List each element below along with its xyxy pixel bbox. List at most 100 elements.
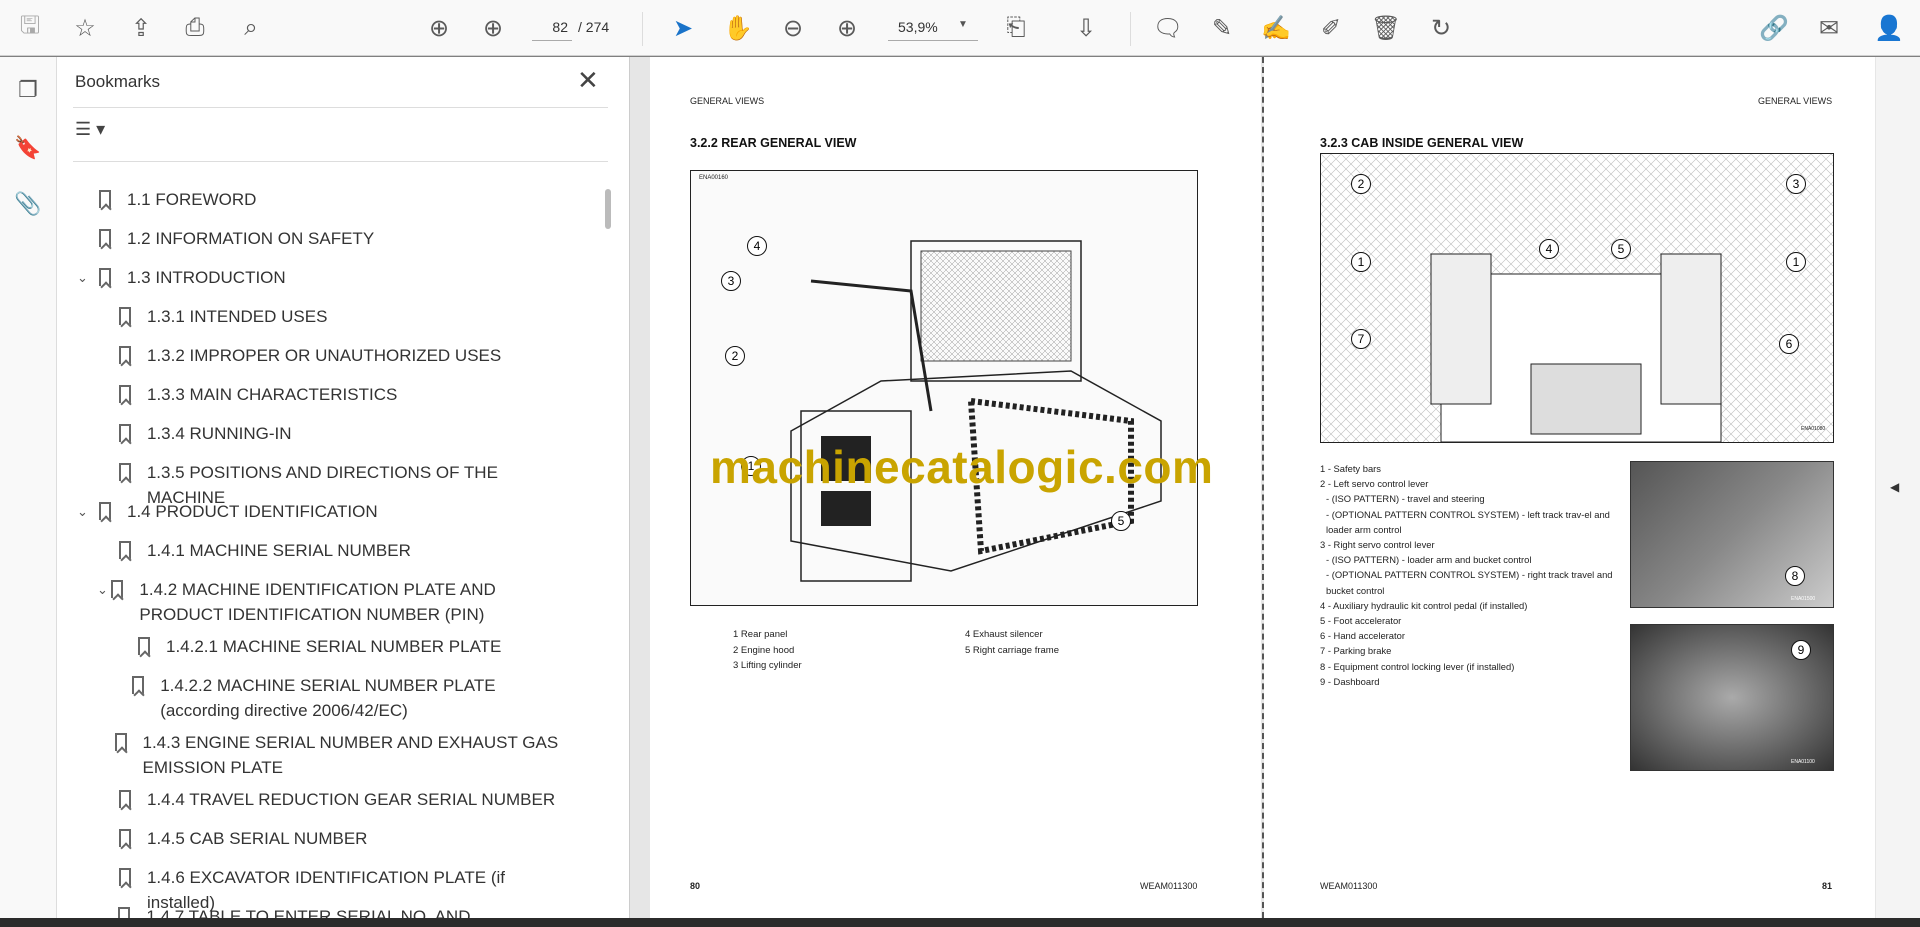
chevron-down-icon[interactable]: ⌄ <box>97 577 109 602</box>
bookmark-item[interactable]: 1.3.2 IMPROPER OR UNAUTHORIZED USES <box>97 343 577 368</box>
bookmark-item[interactable]: 1.4.1 MACHINE SERIAL NUMBER <box>97 538 577 563</box>
section-heading: 3.2.2 REAR GENERAL VIEW <box>690 136 857 150</box>
bookmark-icon <box>99 190 111 208</box>
page-up-icon[interactable]: ⊕ <box>423 12 455 44</box>
bookmark-item[interactable]: 1.3.1 INTENDED USES <box>97 304 577 329</box>
bookmarks-panel: Bookmarks ✕ ☰ ▾ 1.1 FOREWORD 1.2 INFORMAT… <box>57 57 630 918</box>
bookmark-item[interactable]: 1.4.7 TABLE TO ENTER SERIAL NO. AND DIST… <box>97 904 577 918</box>
bookmark-item[interactable]: 1.4.2.1 MACHINE SERIAL NUMBER PLATE <box>116 634 577 659</box>
callout-6: 6 <box>1779 334 1799 354</box>
bookmark-label: 1.3 INTRODUCTION <box>127 268 286 287</box>
page-header: GENERAL VIEWS <box>1758 96 1833 106</box>
highlight-icon[interactable]: ✎ <box>1206 12 1238 44</box>
zoom-in-icon[interactable]: ⊕ <box>831 12 863 44</box>
bookmark-icon <box>118 868 131 886</box>
pdf-page-81: GENERAL VIEWS 3.2.3 CAB INSIDE GENERAL V… <box>1264 57 1875 918</box>
bookmark-icon <box>114 733 127 751</box>
bookmark-icon[interactable]: 🔖 <box>12 135 44 167</box>
divider <box>642 12 643 46</box>
bookmark-item[interactable]: 1.1 FOREWORD <box>77 187 577 212</box>
legend-item: 3 - Right servo control lever <box>1320 539 1435 551</box>
page-number-input[interactable]: 82 <box>532 15 572 41</box>
callout-4: 4 <box>747 236 767 256</box>
chevron-down-icon[interactable]: ▼ <box>958 19 968 30</box>
bookmark-item[interactable]: 1.4.5 CAB SERIAL NUMBER <box>97 826 577 851</box>
page-number: 80 <box>690 881 701 891</box>
rotate-icon[interactable]: ↻ <box>1425 12 1457 44</box>
email-icon[interactable]: ✉ <box>1813 12 1845 44</box>
account-icon[interactable]: 👤 <box>1873 12 1905 44</box>
bookmark-item[interactable]: 1.4.3 ENGINE SERIAL NUMBER AND EXHAUST G… <box>97 730 577 780</box>
share-link-icon[interactable]: 🔗 <box>1758 12 1790 44</box>
bookmark-item[interactable]: ⌄ 1.4.2 MACHINE IDENTIFICATION PLATE AND … <box>97 577 577 627</box>
bookmark-icon <box>119 346 131 364</box>
scrollbar-thumb[interactable] <box>605 189 611 229</box>
legend-item: 5 - Foot accelerator <box>1320 615 1402 627</box>
search-zoom-icon[interactable]: ⌕ <box>235 12 267 44</box>
callout-4: 4 <box>1539 239 1559 259</box>
expand-right-panel-button[interactable]: ◀ <box>1890 480 1899 494</box>
bookmark-icon <box>119 307 131 325</box>
left-tool-rail: ❐ 🔖 📎 <box>0 57 57 918</box>
edit-pdf-icon[interactable]: ✐ <box>1315 12 1347 44</box>
callout-1: 1 <box>1351 252 1371 272</box>
page-number: 81 <box>1822 881 1833 891</box>
comment-icon[interactable]: 🗨 <box>1152 12 1184 44</box>
callout-3: 3 <box>1786 174 1806 194</box>
bookmark-label: 1.4.2.1 MACHINE SERIAL NUMBER PLATE <box>166 637 502 656</box>
bookmark-item[interactable]: ⌄ 1.4 PRODUCT IDENTIFICATION <box>77 499 577 524</box>
upload-cloud-icon[interactable]: ⇪ <box>125 12 157 44</box>
delete-icon[interactable]: 🗑 <box>1370 12 1402 44</box>
bookmark-label: 1.4.3 ENGINE SERIAL NUMBER AND EXHAUST G… <box>142 733 559 777</box>
legend-item: 5 Right carriage frame <box>965 644 1059 656</box>
bookmark-icon <box>119 829 131 847</box>
legend-item: 7 - Parking brake <box>1320 645 1392 657</box>
bookmark-item[interactable]: 1.3.3 MAIN CHARACTERISTICS <box>97 382 577 407</box>
page-down-icon[interactable]: ⊕ <box>477 12 509 44</box>
chevron-down-icon[interactable]: ⌄ <box>77 265 97 290</box>
attachment-icon[interactable]: 📎 <box>12 191 44 223</box>
bookmark-item[interactable]: 1.4.2.2 MACHINE SERIAL NUMBER PLATE (acc… <box>116 673 577 723</box>
callout-5: 5 <box>1111 511 1131 531</box>
callout-2: 2 <box>725 346 745 366</box>
fit-page-icon[interactable]: ⎗ <box>1000 12 1032 44</box>
bookmark-icon <box>99 502 111 520</box>
pages-thumbnail-icon[interactable]: ❐ <box>12 77 44 109</box>
taskbar-edge <box>0 918 1920 927</box>
toolbar: 🖫 ☆ ⇪ ⎙ ⌕ ⊕ ⊕ 82 / 274 ➤ ✋ ⊖ ⊕ 53,9% ▼ ⎗… <box>0 0 1920 56</box>
photo-locking-lever: 8 ENA01500 <box>1630 461 1834 608</box>
callout-8: 8 <box>1785 566 1805 586</box>
legend-item: - (ISO PATTERN) - loader arm and bucket … <box>1326 554 1532 566</box>
bookmark-icon <box>118 907 131 918</box>
bookmark-options-button[interactable]: ☰ ▾ <box>75 119 125 149</box>
bookmark-icon <box>119 424 131 442</box>
zoom-out-icon[interactable]: ⊖ <box>777 12 809 44</box>
page-header: GENERAL VIEWS <box>690 96 765 106</box>
legend-item: 8 - Equipment control locking lever (if … <box>1320 660 1515 672</box>
chevron-down-icon[interactable]: ⌄ <box>77 499 97 524</box>
bookmark-item[interactable]: ⌄ 1.3 INTRODUCTION <box>77 265 577 290</box>
legend-item: 1 - Safety bars <box>1320 463 1381 474</box>
bookmark-item[interactable]: 1.2 INFORMATION ON SAFETY <box>77 226 577 251</box>
close-icon[interactable]: ✕ <box>577 65 599 96</box>
sign-icon[interactable]: ✍ <box>1260 12 1292 44</box>
bookmark-label: 1.4.2.2 MACHINE SERIAL NUMBER PLATE (acc… <box>160 676 496 720</box>
bookmark-item[interactable]: 1.4.4 TRAVEL REDUCTION GEAR SERIAL NUMBE… <box>97 787 577 812</box>
bookmark-label: 1.4.1 MACHINE SERIAL NUMBER <box>147 541 411 560</box>
machine-drawing <box>790 240 1162 582</box>
scroll-mode-icon[interactable]: ⇩ <box>1070 12 1102 44</box>
bookmark-label: 1.1 FOREWORD <box>127 190 257 209</box>
photo-dashboard: 9 ENA01100 <box>1630 624 1834 771</box>
callout-5: 5 <box>1611 239 1631 259</box>
hand-icon[interactable]: ✋ <box>722 12 754 44</box>
bookmark-star-icon[interactable]: ☆ <box>69 12 101 44</box>
save-icon[interactable]: 🖫 <box>14 12 46 44</box>
watermark: machinecatalogic.com <box>710 441 1214 493</box>
bookmark-item[interactable]: 1.3.4 RUNNING-IN <box>97 421 577 446</box>
bookmark-label: 1.3.3 MAIN CHARACTERISTICS <box>147 385 398 404</box>
select-cursor-icon[interactable]: ➤ <box>667 12 699 44</box>
bookmark-list: 1.1 FOREWORD 1.2 INFORMATION ON SAFETY ⌄ 1.… <box>57 167 602 918</box>
legend: 1 - Safety bars 2 - Left servo control le… <box>1320 461 1616 689</box>
print-icon[interactable]: ⎙ <box>179 12 211 44</box>
bookmark-label: 1.4.7 TABLE TO ENTER SERIAL NO. AND DIST… <box>146 907 471 918</box>
